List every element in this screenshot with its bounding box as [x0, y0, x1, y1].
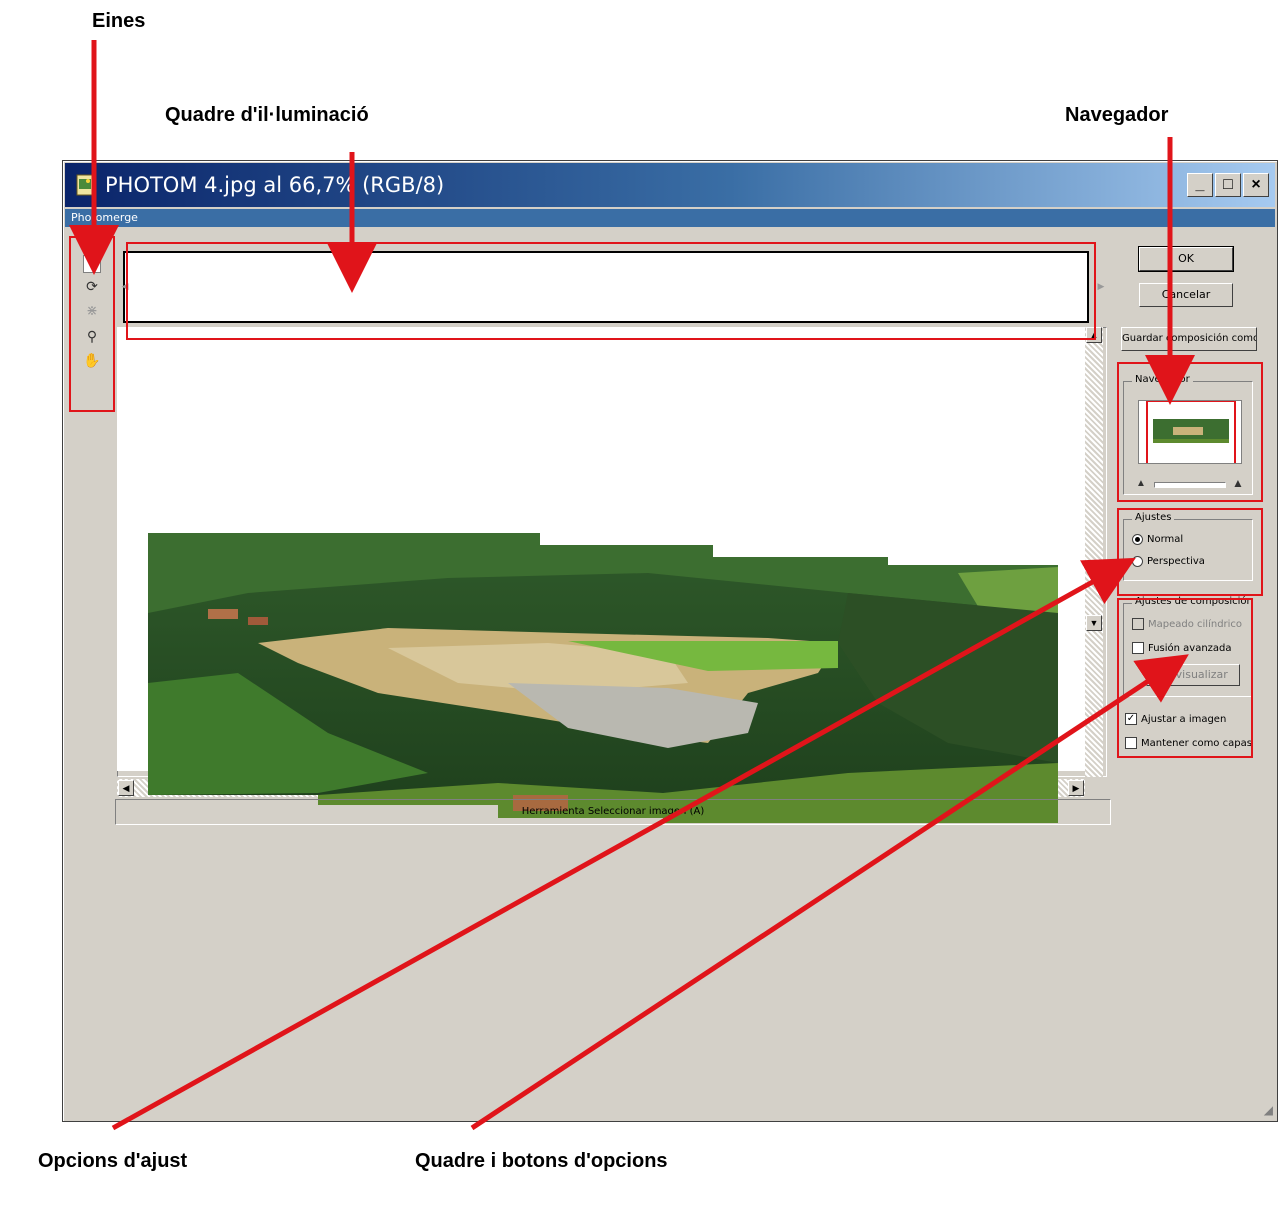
- zoom-slider[interactable]: [1154, 482, 1226, 488]
- maximize-button[interactable]: □: [1215, 173, 1241, 197]
- normal-option[interactable]: Normal: [1132, 534, 1183, 545]
- zoom-in-icon[interactable]: ▲: [1232, 476, 1244, 490]
- keep-layers-option[interactable]: Mantener como capas: [1125, 737, 1252, 749]
- navigator-group: Navegador ▲ ▲: [1123, 374, 1253, 495]
- navigator-thumbnail[interactable]: [1138, 400, 1242, 464]
- navigator-title: Navegador: [1132, 374, 1193, 385]
- scroll-right-button[interactable]: ▶: [1068, 780, 1084, 796]
- callout-lightbox: Quadre d'il·luminació: [165, 104, 369, 126]
- keep-layers-label: Mantener como capas: [1141, 737, 1252, 749]
- zoom-out-icon[interactable]: ▲: [1136, 478, 1146, 489]
- close-button[interactable]: ×: [1243, 173, 1269, 197]
- vanishing-point-tool-icon[interactable]: ⋇: [83, 301, 101, 319]
- callout-navigator: Navegador: [1065, 104, 1169, 126]
- normal-label: Normal: [1147, 534, 1184, 545]
- toolbox: ⟳ ⋇ ⚲ ✋: [71, 247, 111, 407]
- advanced-blend-label: Fusión avanzada: [1148, 642, 1232, 654]
- cancel-button[interactable]: Cancelar: [1139, 283, 1233, 307]
- snap-option[interactable]: ✓ Ajustar a imagen: [1125, 713, 1226, 725]
- vertical-scrollbar[interactable]: [1085, 327, 1103, 777]
- photomerge-window: PHOTOM 4.jpg al 66,7% (RGB/8) _ □ × Phot…: [62, 160, 1278, 1122]
- dialog-title-bar: Photomerge: [65, 209, 1275, 227]
- zoom-tool-icon[interactable]: ⚲: [83, 327, 101, 345]
- callout-tools: Eines: [92, 10, 146, 32]
- ok-button[interactable]: OK: [1138, 246, 1234, 272]
- cylindrical-checkbox[interactable]: [1132, 618, 1144, 630]
- settings-group: Ajustes Normal Perspectiva: [1123, 512, 1253, 581]
- cylindrical-option[interactable]: Mapeado cilíndrico: [1132, 618, 1242, 630]
- panorama-image[interactable]: [148, 533, 1058, 823]
- scroll-up-button[interactable]: ▲: [1086, 327, 1102, 343]
- perspective-label: Perspectiva: [1147, 556, 1205, 567]
- rotate-image-tool-icon[interactable]: ⟳: [83, 277, 101, 295]
- composition-group: Ajustes de composición Mapeado cilíndric…: [1123, 596, 1256, 697]
- navigator-preview: [1146, 401, 1236, 463]
- hand-tool-icon[interactable]: ✋: [83, 351, 101, 369]
- title-bar[interactable]: PHOTOM 4.jpg al 66,7% (RGB/8) _ □ ×: [65, 163, 1275, 207]
- snap-checkbox[interactable]: ✓: [1125, 713, 1137, 725]
- perspective-option[interactable]: Perspectiva: [1132, 556, 1205, 567]
- photoshop-document-icon: [76, 174, 94, 196]
- callout-settings-options: Opcions d'ajust: [38, 1150, 188, 1172]
- lightbox[interactable]: [123, 251, 1089, 323]
- resize-grip-icon[interactable]: ◢: [1264, 1103, 1273, 1117]
- advanced-blend-option[interactable]: Fusión avanzada: [1132, 642, 1232, 654]
- lightbox-scroll-left[interactable]: ◀: [117, 279, 133, 295]
- window-title: PHOTOM 4.jpg al 66,7% (RGB/8): [105, 173, 445, 197]
- select-image-tool[interactable]: [83, 255, 101, 273]
- perspective-radio[interactable]: [1132, 556, 1143, 567]
- composition-title: Ajustes de composición: [1132, 596, 1256, 607]
- callout-option-box: Quadre i botons d'opcions: [415, 1150, 668, 1172]
- keep-layers-checkbox[interactable]: [1125, 737, 1137, 749]
- scroll-left-button[interactable]: ◀: [118, 780, 134, 796]
- snap-label: Ajustar a imagen: [1141, 713, 1227, 725]
- preview-button[interactable]: Previsualizar: [1146, 664, 1240, 686]
- status-bar: Herramienta Seleccionar imagen (A): [115, 799, 1111, 825]
- settings-title: Ajustes: [1132, 512, 1175, 523]
- advanced-blend-checkbox[interactable]: [1132, 642, 1144, 654]
- minimize-button[interactable]: _: [1187, 173, 1213, 197]
- save-composition-button[interactable]: Guardar composición como...: [1121, 327, 1257, 351]
- scroll-down-button[interactable]: ▼: [1086, 615, 1102, 631]
- cylindrical-label: Mapeado cilíndrico: [1148, 618, 1243, 630]
- normal-radio[interactable]: [1132, 534, 1143, 545]
- lightbox-scroll-right[interactable]: ▶: [1093, 279, 1109, 295]
